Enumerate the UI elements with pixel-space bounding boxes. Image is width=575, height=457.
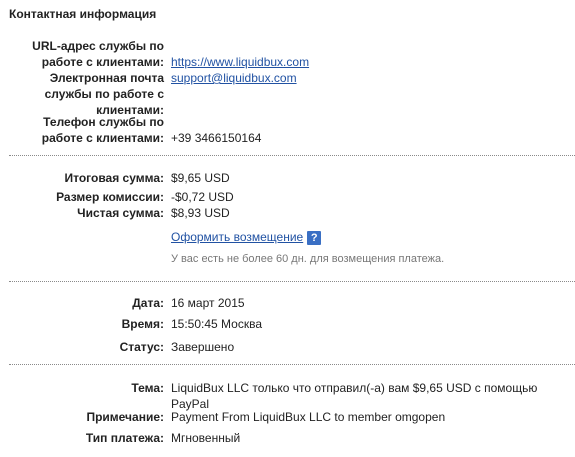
support-phone-label: Телефон службы по работе с клиентами: — [42, 114, 164, 146]
subject-line-1: LiquidBux LLC только что отправил(-а) ва… — [171, 381, 538, 395]
status-value: Завершено — [171, 340, 235, 354]
divider — [9, 155, 575, 156]
refund-row: Оформить возмещение? — [171, 229, 322, 245]
support-email-link[interactable]: support@liquidbux.com — [171, 70, 297, 86]
payment-type-label: Тип платежа: — [85, 431, 164, 445]
note-label: Примечание: — [86, 410, 164, 424]
support-url-link[interactable]: https://www.liquidbux.com — [171, 54, 309, 70]
note-value: Payment From LiquidBux LLC to member omg… — [171, 410, 446, 424]
time-label: Время: — [121, 317, 164, 331]
divider — [9, 281, 575, 282]
date-value: 16 март 2015 — [171, 296, 245, 310]
divider — [9, 364, 575, 365]
refund-note: У вас есть не более 60 дн. для возмещени… — [171, 253, 445, 265]
section-title: Контактная информация — [9, 7, 157, 21]
net-label: Чистая сумма: — [77, 206, 164, 220]
time-value: 15:50:45 Москва — [171, 317, 263, 331]
fee-value: -$0,72 USD — [171, 190, 234, 204]
net-value: $8,93 USD — [171, 206, 230, 220]
refund-link[interactable]: Оформить возмещение — [171, 230, 303, 244]
support-url-label-line-1: URL-адрес службы по — [32, 39, 164, 53]
subject-value: LiquidBux LLC только что отправил(-а) ва… — [171, 380, 537, 412]
support-phone-label-line-1: Телефон службы по — [43, 115, 164, 129]
support-url-label-line-2: работе с клиентами: — [41, 55, 164, 69]
support-phone-label-line-2: работе с клиентами: — [41, 131, 164, 145]
fee-label: Размер комиссии: — [56, 190, 164, 204]
total-label: Итоговая сумма: — [64, 171, 164, 185]
support-email-label-line-1: Электронная почта — [49, 71, 164, 85]
help-icon[interactable]: ? — [307, 230, 322, 245]
support-url-label: URL-адрес службы по работе с клиентами: — [32, 38, 164, 70]
subject-label: Тема: — [131, 381, 164, 395]
support-email-label-line-2: службы по работе с — [44, 87, 164, 101]
support-phone-value: +39 3466150164 — [171, 131, 262, 145]
status-label: Статус: — [119, 340, 164, 354]
total-value: $9,65 USD — [171, 171, 230, 185]
payment-type-value: Мгновенный — [171, 431, 241, 445]
transaction-details: Контактная информация URL-адрес службы п… — [0, 0, 575, 457]
support-email-label: Электронная почта службы по работе с кли… — [45, 70, 164, 118]
date-label: Дата: — [132, 296, 164, 310]
